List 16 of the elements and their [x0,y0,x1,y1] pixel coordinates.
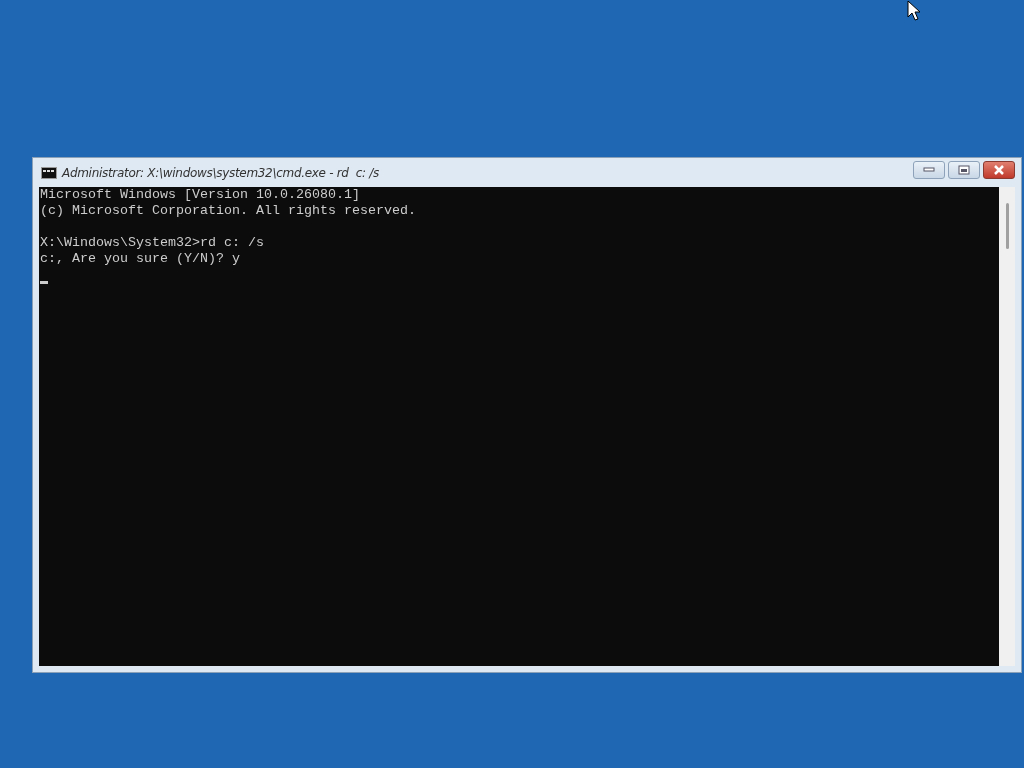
mouse-pointer-icon [907,0,921,22]
console-app-icon [41,166,57,179]
maximize-icon [958,164,970,175]
close-button[interactable] [983,160,1015,179]
console-line: Microsoft Windows [Version 10.0.26080.1] [40,187,361,203]
close-icon [993,164,1005,175]
maximize-button[interactable] [948,160,980,179]
console-line: c:, Are you sure (Y/N)? y [40,251,241,267]
scrollbar-thumb[interactable] [1005,203,1009,249]
console-area[interactable]: Microsoft Windows [Version 10.0.26080.1] (c) Microsoft Corporation. All rights reserved. X:\Windows\System32>rd c: /s c:, Are you sure (Y/N)? y [39,187,999,666]
console-line: X:\Windows\System32>rd c: /s [40,235,265,251]
vertical-scrollbar[interactable] [999,187,1015,666]
minimize-icon [923,166,935,173]
window-title: Administrator: X:\windows\system32\cmd.exe - rd c: /s [62,165,379,180]
console-line: (c) Microsoft Corporation. All rights reserved. [40,203,417,219]
text-cursor [40,280,48,284]
